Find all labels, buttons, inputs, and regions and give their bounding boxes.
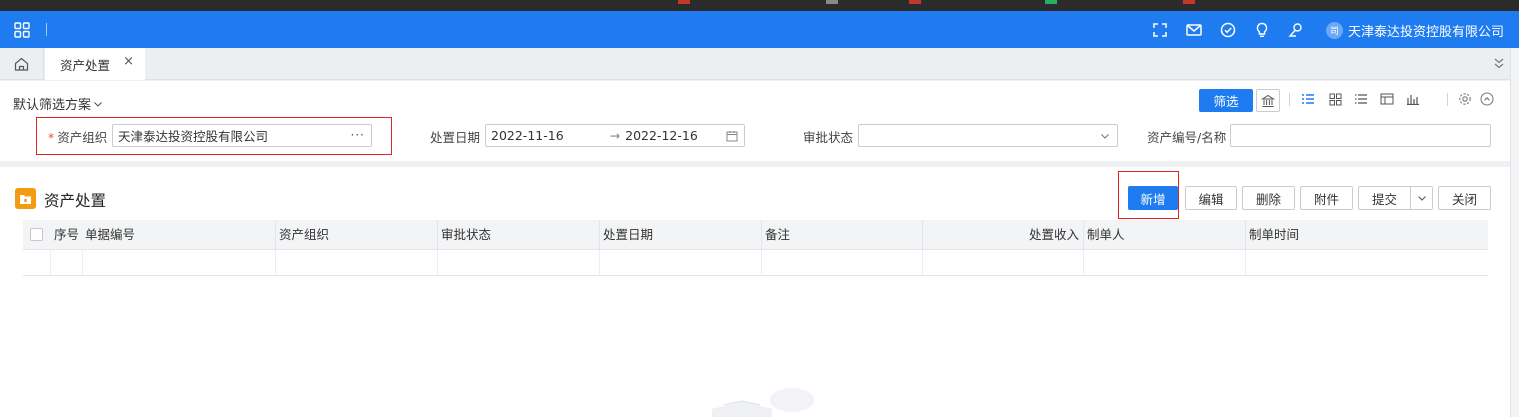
select-all-checkbox[interactable] — [30, 228, 43, 241]
date-end: 2022-12-16 — [625, 128, 698, 143]
toolbar-divider — [1289, 93, 1290, 106]
detail-list-icon[interactable] — [1353, 91, 1369, 107]
collapse-up-icon[interactable] — [1479, 91, 1495, 107]
check-circle-icon[interactable] — [1219, 21, 1237, 39]
bulb-icon[interactable] — [1253, 21, 1271, 39]
delete-button[interactable]: 删除 — [1242, 186, 1295, 210]
card-view-icon[interactable] — [1379, 91, 1395, 107]
asset-code-label: 资产编号/名称 — [1147, 130, 1227, 145]
table-empty-row — [23, 250, 1488, 276]
disposal-date-label: 处置日期 — [430, 130, 481, 145]
filter-panel: 默认筛选方案 筛选 * 资产组织 天津泰达投资控股有限公司 ··· 处置日期 2… — [0, 81, 1510, 161]
cell — [50, 250, 82, 276]
folder-icon — [15, 188, 36, 209]
tab-label: 资产处置 — [60, 57, 111, 73]
add-button[interactable]: 新增 — [1128, 186, 1178, 210]
mail-icon[interactable] — [1185, 21, 1203, 39]
list-view-icon[interactable] — [1300, 91, 1316, 107]
top-navigation-bar: 司 天津泰达投资控股有限公司 — [0, 11, 1519, 48]
cell — [275, 250, 437, 276]
submit-dropdown-caret[interactable] — [1410, 187, 1432, 209]
settings-gear-icon[interactable] — [1457, 91, 1473, 107]
submit-label: 提交 — [1372, 191, 1398, 207]
filter-scheme-dropdown[interactable]: 默认筛选方案 — [13, 94, 103, 113]
home-tab[interactable] — [0, 48, 44, 80]
company-name: 天津泰达投资控股有限公司 — [1348, 24, 1505, 40]
bank-icon — [1261, 94, 1275, 107]
asset-org-value: 天津泰达投资控股有限公司 — [118, 129, 269, 144]
asset-disposal-panel: 资产处置 新增 编辑 删除 附件 提交 关闭 序号 单据编号 资产组织 审批状态… — [0, 167, 1510, 417]
home-icon — [14, 57, 29, 71]
disposal-table: 序号 单据编号 资产组织 审批状态 处置日期 备注 处置收入 制单人 制单时间 — [23, 220, 1488, 276]
date-arrow: → — [609, 128, 621, 143]
col-creator[interactable]: 制单人 — [1083, 220, 1244, 250]
chevron-down-icon — [1417, 196, 1426, 201]
app-grid-icon[interactable] — [14, 22, 30, 38]
chevron-down-icon — [1101, 134, 1109, 139]
more-dots-icon[interactable]: ··· — [351, 128, 365, 142]
date-start: 2022-11-16 — [491, 128, 564, 143]
cell — [437, 250, 599, 276]
grid-view-icon[interactable] — [1327, 91, 1343, 107]
toolbar-divider-2 — [1447, 93, 1448, 106]
col-approval-status[interactable]: 审批状态 — [437, 220, 598, 250]
approval-status-select[interactable] — [858, 124, 1118, 147]
asset-org-label-text: 资产组织 — [57, 130, 108, 145]
col-doc-no[interactable]: 单据编号 — [82, 220, 274, 250]
cell — [599, 250, 761, 276]
table-header: 序号 单据编号 资产组织 审批状态 处置日期 备注 处置收入 制单人 制单时间 — [23, 220, 1488, 250]
company-badge: 司 — [1326, 21, 1343, 39]
cell — [82, 250, 275, 276]
cell — [1083, 250, 1245, 276]
cell — [761, 250, 922, 276]
calendar-icon[interactable] — [726, 130, 738, 142]
bank-icon-button[interactable] — [1256, 89, 1280, 112]
tab-bar: 资产处置 × — [0, 48, 1519, 80]
approval-status-label: 审批状态 — [803, 130, 854, 145]
col-create-time[interactable]: 制单时间 — [1245, 220, 1488, 250]
chevron-down-icon — [94, 101, 102, 107]
panel-title: 资产处置 — [44, 192, 107, 210]
os-taskbar-strip — [0, 0, 1519, 11]
chart-view-icon[interactable] — [1405, 91, 1421, 107]
edit-button[interactable]: 编辑 — [1185, 186, 1237, 210]
col-remark[interactable]: 备注 — [761, 220, 921, 250]
fullscreen-icon[interactable] — [1151, 21, 1169, 39]
asset-org-input[interactable]: 天津泰达投资控股有限公司 ··· — [112, 124, 372, 147]
submit-split-button[interactable]: 提交 — [1358, 186, 1433, 210]
close-button[interactable]: 关闭 — [1438, 186, 1491, 210]
chevron-double-down-icon[interactable] — [1493, 56, 1505, 70]
filter-button[interactable]: 筛选 — [1199, 89, 1253, 112]
col-disposal-income[interactable]: 处置收入 — [922, 220, 1082, 250]
tab-close-icon[interactable]: × — [123, 54, 134, 69]
disposal-date-range-input[interactable]: 2022-11-16 → 2022-12-16 — [485, 124, 745, 147]
topbar-divider — [46, 23, 47, 36]
asset-org-label: * 资产组织 — [48, 127, 107, 146]
company-switcher[interactable]: 司 天津泰达投资控股有限公司 — [1326, 21, 1505, 40]
tab-asset-disposal[interactable]: 资产处置 × — [45, 48, 145, 80]
user-search-icon[interactable] — [1287, 21, 1305, 39]
col-seq: 序号 — [54, 227, 80, 242]
col-asset-org[interactable]: 资产组织 — [275, 220, 436, 250]
col-disposal-date[interactable]: 处置日期 — [599, 220, 760, 250]
filter-scheme-label: 默认筛选方案 — [13, 98, 92, 113]
required-mark: * — [48, 130, 55, 145]
asset-code-input[interactable] — [1230, 124, 1491, 147]
right-scroll-gutter[interactable] — [1510, 48, 1519, 417]
empty-state-illustration — [712, 388, 814, 417]
attachment-button[interactable]: 附件 — [1300, 186, 1353, 210]
cell — [922, 250, 1083, 276]
cell — [1245, 250, 1488, 276]
